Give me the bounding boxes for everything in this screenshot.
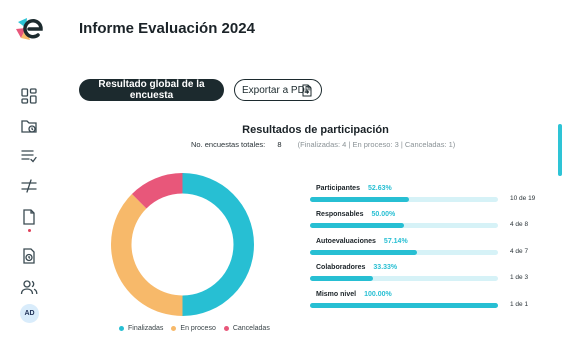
metric-row: Mismo nivel 100.00% 1 de 1 (310, 291, 542, 317)
page-title: Informe Evaluación 2024 (79, 20, 255, 37)
metric-label: Mismo nivel (316, 291, 357, 298)
metric-progress-fill (310, 303, 498, 308)
metric-progress-track (310, 276, 498, 281)
participation-title: Resultados de participación (242, 124, 389, 136)
app-logo[interactable] (15, 14, 45, 44)
metric-percent: 100.00% (364, 291, 392, 298)
scrollbar-thumb[interactable] (558, 124, 562, 176)
legend-item: En proceso (171, 325, 216, 332)
survey-totals: No. encuestas totales: 8 (Finalizadas: 4… (191, 140, 455, 149)
users-icon[interactable] (20, 278, 38, 296)
legend-swatch (171, 326, 177, 331)
metric-row: Participantes 52.63% 10 de 19 (310, 185, 542, 211)
chart-legend: Finalizadas En proceso Canceladas (119, 325, 270, 332)
document-indicator-dot (28, 229, 31, 232)
metric-progress-track (310, 250, 498, 255)
metric-label: Colaboradores (316, 264, 366, 271)
checklist-icon[interactable] (20, 147, 38, 165)
metric-progress-track (310, 223, 498, 228)
metric-progress-fill (310, 223, 404, 228)
donut-slice-finalizadas[interactable] (182, 173, 255, 316)
clock-history-icon[interactable] (20, 247, 38, 265)
legend-item: Canceladas (223, 325, 270, 332)
legend-label: Canceladas (232, 325, 270, 332)
participation-donut-chart (111, 173, 254, 316)
global-results-button[interactable]: Resultado global de la encuesta (79, 79, 224, 101)
metric-row: Autoevaluaciones 57.14% 4 de 7 (310, 238, 542, 264)
legend-label: Finalizadas (128, 325, 164, 332)
totals-value: 8 (277, 140, 282, 149)
totals-detail: (Finalizadas: 4 | En proceso: 3 | Cancel… (297, 140, 456, 149)
metric-count: 4 de 8 (510, 221, 529, 228)
avatar[interactable]: AD (20, 304, 39, 323)
metric-row: Responsables 50.00% 4 de 8 (310, 211, 542, 237)
metric-progress-track (310, 303, 498, 308)
dashboard-icon[interactable] (20, 87, 38, 105)
metric-percent: 52.63% (367, 185, 392, 192)
metric-label: Participantes (316, 185, 360, 192)
metric-row: Colaboradores 33.33% 1 de 3 (310, 264, 542, 290)
document-icon[interactable] (20, 208, 38, 226)
legend-label: En proceso (180, 325, 216, 332)
metric-progress-fill (310, 197, 409, 202)
metric-percent: 33.33% (373, 264, 398, 271)
metric-progress-fill (310, 276, 373, 281)
metric-progress-fill (310, 250, 418, 255)
sidebar: AD (0, 0, 58, 358)
metric-percent: 57.14% (383, 238, 408, 245)
metric-progress-track (310, 197, 498, 202)
compare-arrows-icon[interactable] (20, 177, 38, 195)
legend-item: Finalizadas (119, 325, 163, 332)
metric-label: Responsables (316, 211, 364, 218)
metric-percent: 50.00% (371, 211, 396, 218)
metric-count: 1 de 3 (510, 274, 529, 281)
metric-count: 4 de 7 (510, 248, 529, 255)
file-export-icon (301, 84, 313, 97)
metric-count: 10 de 19 (510, 195, 536, 202)
donut-slice-en-proceso[interactable] (111, 193, 183, 316)
export-pdf-button[interactable]: Exportar a PDF (234, 79, 322, 101)
totals-label: No. encuestas totales: (191, 140, 266, 149)
metric-count: 1 de 1 (510, 301, 529, 308)
metric-label: Autoevaluaciones (316, 238, 376, 245)
legend-swatch (223, 326, 229, 331)
legend-swatch (119, 326, 124, 331)
